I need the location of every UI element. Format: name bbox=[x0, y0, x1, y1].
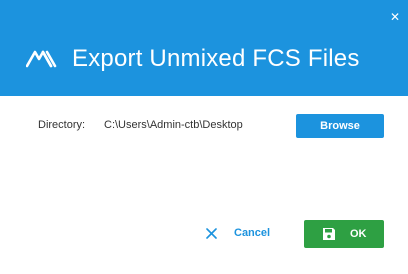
save-disk-icon bbox=[323, 228, 335, 240]
cancel-label: Cancel bbox=[234, 227, 271, 239]
ok-button[interactable]: OK bbox=[304, 220, 384, 248]
dialog-header: ✕ Export Unmixed FCS Files bbox=[0, 0, 408, 96]
cancel-button[interactable]: Cancel bbox=[200, 222, 290, 246]
dialog-title: Export Unmixed FCS Files bbox=[72, 45, 360, 72]
ok-label: OK bbox=[350, 228, 367, 240]
directory-label: Directory: bbox=[38, 119, 86, 131]
close-icon[interactable]: ✕ bbox=[388, 10, 402, 24]
browse-button[interactable]: Browse bbox=[296, 114, 384, 138]
directory-path: C:\Users\Admin-ctb\Desktop bbox=[104, 119, 243, 131]
close-x-icon bbox=[206, 228, 217, 239]
export-dialog: ✕ Export Unmixed FCS Files Directory: C:… bbox=[0, 0, 408, 274]
directory-row: Directory: C:\Users\Admin-ctb\Desktop Br… bbox=[0, 114, 408, 138]
cytek-logo-icon bbox=[26, 50, 57, 68]
